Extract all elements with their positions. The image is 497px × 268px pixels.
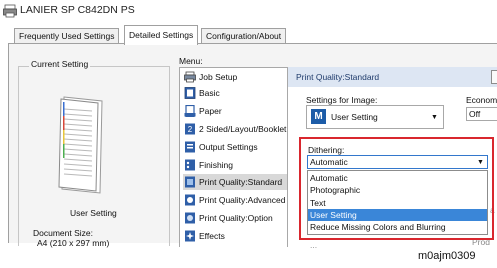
- menu-item-label: Effects: [199, 231, 225, 241]
- menu-item-basic[interactable]: Basic: [183, 85, 287, 101]
- menu-item-label: Paper: [199, 106, 222, 116]
- menu-item-output-settings[interactable]: Output Settings: [183, 139, 287, 155]
- figure-caption-id: m0ajm0309: [418, 250, 476, 262]
- menu-item-label: Print Quality:Advanced: [199, 195, 286, 205]
- settings-for-image-label: Settings for Image:: [306, 95, 378, 105]
- menu-item-2-sided-layout-booklet[interactable]: 2 2 Sided/Layout/Booklet: [183, 121, 287, 137]
- menu-label: Menu:: [179, 56, 203, 66]
- obscured-text: ...: [310, 240, 318, 250]
- panel-title: Print Quality:Standard: [296, 72, 380, 82]
- duplex-icon: 2: [185, 123, 195, 135]
- tab-configuration-about[interactable]: Configuration/About: [201, 28, 287, 44]
- effects-icon: [185, 230, 195, 242]
- panel-header-button[interactable]: [491, 70, 497, 84]
- menu-item-print-quality-advanced[interactable]: Print Quality:Advanced: [183, 192, 287, 208]
- economy-value: Off: [469, 109, 481, 119]
- settings-mode-icon: M: [311, 109, 326, 124]
- menu-item-label: Output Settings: [199, 142, 258, 152]
- menu-item-label: Job Setup: [199, 72, 238, 82]
- printer-icon: [184, 71, 196, 83]
- menu-item-job-setup[interactable]: Job Setup: [183, 69, 287, 85]
- menu-item-paper[interactable]: Paper: [183, 103, 287, 119]
- quality-advanced-icon: [185, 194, 195, 206]
- paper-icon: [184, 105, 196, 117]
- tab-frequently-used-settings[interactable]: Frequently Used Settings: [14, 28, 120, 44]
- menu-item-label: Basic: [199, 88, 220, 98]
- quality-option-icon: [185, 212, 195, 224]
- quality-icon: [185, 176, 195, 188]
- settings-for-image-value: User Setting: [331, 112, 378, 122]
- menu-item-finishing[interactable]: Finishing: [183, 157, 287, 173]
- tab-detailed-settings[interactable]: Detailed Settings: [124, 25, 199, 45]
- printer-app-icon: [3, 4, 17, 18]
- booklet-preview-image: [58, 96, 103, 194]
- output-icon: [185, 141, 195, 153]
- menu-item-label: Print Quality:Standard: [199, 177, 283, 187]
- economy-label: Economy: [466, 95, 497, 105]
- menu-item-label: 2 Sided/Layout/Booklet: [199, 124, 287, 134]
- page-icon: [184, 87, 196, 99]
- tab-strip: Frequently Used Settings Detailed Settin…: [0, 22, 497, 45]
- menu-item-label: Finishing: [199, 160, 234, 170]
- menu-list: Job Setup Basic Paper 2 2 Sided/Layout/B…: [179, 67, 288, 247]
- document-size-value: A4 (210 x 297 mm): [37, 238, 110, 248]
- menu-item-effects[interactable]: Effects: [183, 228, 287, 244]
- window-title: LANIER SP C842DN PS: [20, 4, 135, 16]
- finishing-icon: [185, 159, 195, 171]
- chevron-down-icon[interactable]: ▼: [431, 114, 438, 121]
- menu-item-label: Print Quality:Option: [199, 213, 273, 223]
- menu-item-print-quality-standard[interactable]: Print Quality:Standard: [183, 174, 287, 190]
- current-setting-legend: Current Setting: [29, 59, 91, 69]
- document-size-label: Document Size:: [33, 228, 93, 238]
- callout-highlight-frame: [299, 137, 494, 240]
- current-setting-name: User Setting: [70, 208, 117, 218]
- svg-text:2: 2: [188, 125, 193, 134]
- menu-item-print-quality-option[interactable]: Print Quality:Option: [183, 210, 287, 226]
